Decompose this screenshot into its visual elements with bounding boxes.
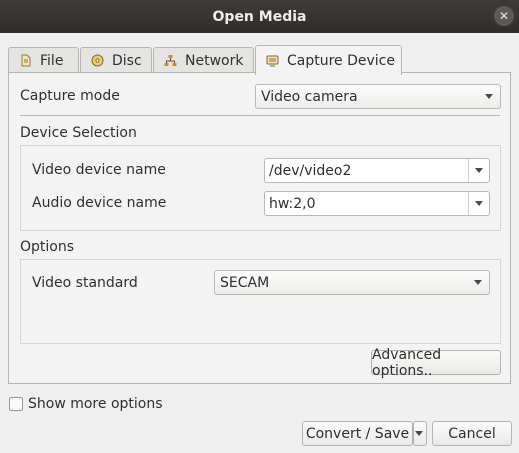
- chevron-down-icon: [474, 280, 482, 285]
- tab-label: Network: [185, 52, 244, 69]
- options-group: Video standard SECAM: [20, 259, 501, 344]
- tab-disc[interactable]: Disc: [80, 47, 152, 73]
- audio-device-combo[interactable]: [264, 191, 490, 216]
- tab-label: Disc: [112, 52, 142, 69]
- chevron-down-icon: [485, 94, 493, 99]
- title-bar: Open Media ✕: [0, 0, 519, 33]
- options-heading: Options: [20, 239, 75, 255]
- advanced-options-label: Advanced options..: [372, 346, 442, 379]
- cancel-label: Cancel: [448, 425, 496, 442]
- convert-save-button[interactable]: Convert / Save: [302, 421, 413, 446]
- divider: [20, 115, 500, 116]
- file-icon: [19, 54, 32, 67]
- capture-mode-value: Video camera: [261, 88, 358, 105]
- disc-icon: [91, 54, 104, 67]
- audio-device-dropdown-button[interactable]: [468, 192, 489, 215]
- video-standard-value: SECAM: [220, 274, 270, 291]
- tab-label: File: [40, 52, 64, 69]
- chevron-down-icon: [475, 168, 483, 173]
- close-button[interactable]: ✕: [494, 6, 514, 26]
- capture-device-panel: Capture mode Video camera Device Selecti…: [8, 72, 511, 384]
- convert-save-label: Convert / Save: [305, 425, 410, 442]
- tab-label: Capture Device: [287, 52, 395, 69]
- chevron-down-icon: [475, 201, 483, 206]
- video-device-input[interactable]: [269, 162, 459, 180]
- capture-device-icon: [266, 54, 279, 67]
- device-selection-group: Video device name Audio device name: [20, 145, 501, 231]
- capture-mode-select[interactable]: Video camera: [255, 84, 501, 109]
- video-device-combo[interactable]: [264, 158, 490, 183]
- show-more-options-checkbox[interactable]: [9, 397, 23, 411]
- tab-file[interactable]: File: [8, 47, 79, 73]
- network-icon: [164, 54, 177, 67]
- show-more-options-label[interactable]: Show more options: [28, 396, 163, 412]
- video-device-dropdown-button[interactable]: [468, 159, 489, 182]
- convert-save-menu-button[interactable]: [413, 421, 427, 446]
- cancel-button[interactable]: Cancel: [432, 421, 512, 446]
- device-selection-heading: Device Selection: [20, 125, 137, 141]
- video-standard-select[interactable]: SECAM: [214, 270, 490, 295]
- audio-device-input[interactable]: [269, 195, 459, 213]
- capture-mode-label: Capture mode: [20, 88, 120, 104]
- tab-capture-device[interactable]: Capture Device: [255, 45, 402, 75]
- tab-network[interactable]: Network: [153, 47, 254, 73]
- video-device-label: Video device name: [32, 162, 166, 178]
- audio-device-label: Audio device name: [32, 195, 167, 211]
- video-standard-label: Video standard: [32, 275, 138, 291]
- close-icon: ✕: [498, 9, 510, 23]
- chevron-down-icon: [415, 431, 423, 436]
- advanced-options-button[interactable]: Advanced options..: [371, 347, 501, 379]
- window-title: Open Media: [212, 8, 307, 25]
